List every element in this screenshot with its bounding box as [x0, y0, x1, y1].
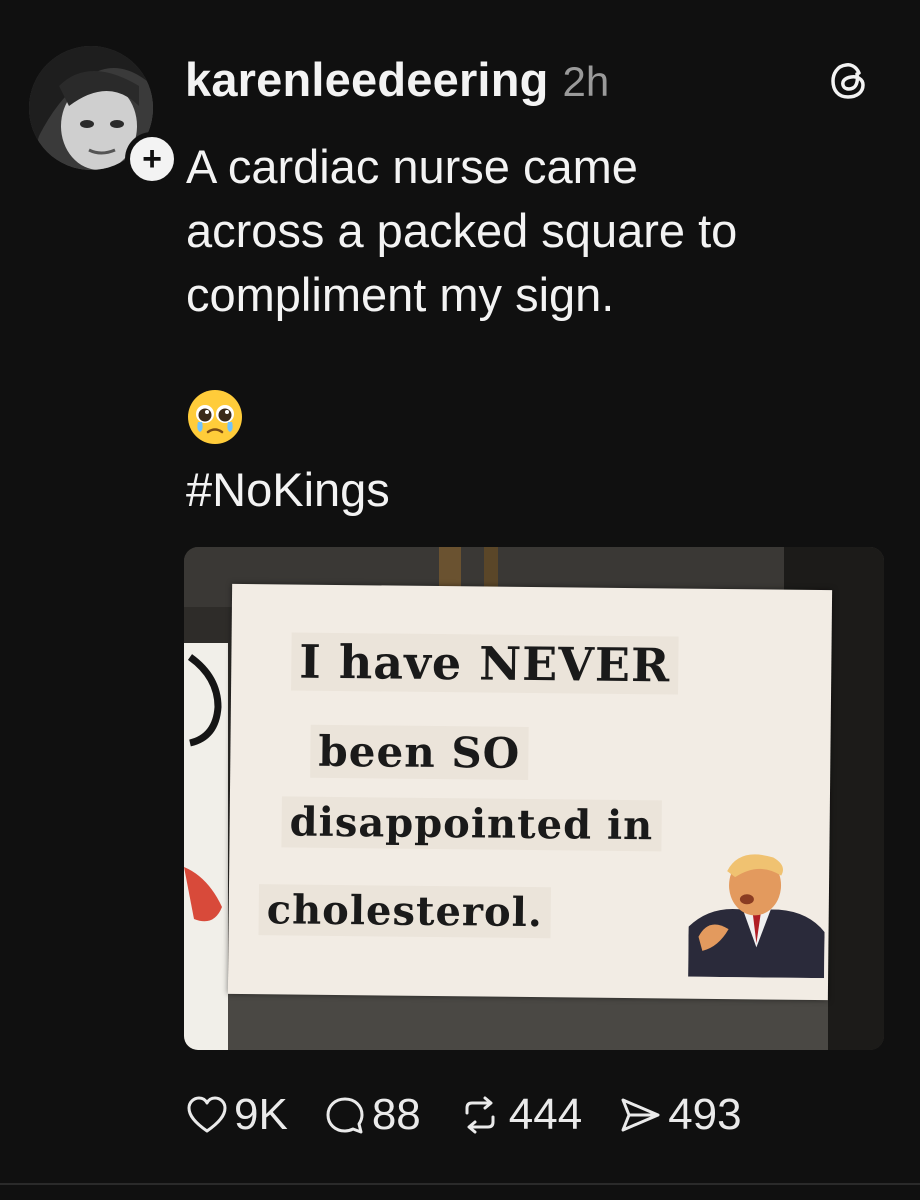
- hashtag-link[interactable]: #NoKings: [186, 460, 390, 520]
- like-count: 9K: [234, 1090, 288, 1139]
- repost-button[interactable]: 444: [457, 1090, 582, 1140]
- follow-button[interactable]: +: [125, 132, 179, 186]
- post-image[interactable]: I have NEVER been SO disappointed in cho…: [184, 547, 884, 1050]
- send-icon: [621, 1098, 660, 1132]
- plus-icon: +: [142, 140, 162, 178]
- reply-count: 88: [371, 1090, 421, 1139]
- like-button[interactable]: 9K: [186, 1090, 288, 1140]
- heart-icon: [187, 1096, 227, 1133]
- share-count: 493: [668, 1090, 742, 1139]
- comment-bubble-icon: [326, 1097, 364, 1134]
- cartoon-figure-icon: [688, 854, 825, 979]
- action-bar: 9K 88 444 493: [186, 1090, 778, 1140]
- avatar-area[interactable]: +: [29, 46, 179, 186]
- username[interactable]: karenleedeering: [185, 52, 549, 107]
- sign-line-3: disappointed in: [281, 796, 662, 852]
- repost-icon: [465, 1096, 495, 1134]
- threads-logo-icon[interactable]: [826, 58, 872, 104]
- share-button[interactable]: 493: [618, 1090, 742, 1140]
- post-text: A cardiac nurse came across a packed squ…: [186, 140, 738, 321]
- post-header: karenleedeering 2h: [185, 52, 609, 107]
- post-time: 2h: [562, 58, 610, 105]
- repost-count: 444: [508, 1090, 583, 1139]
- sign-line-4: cholesterol.: [258, 884, 552, 939]
- protest-sign: I have NEVER been SO disappointed in cho…: [227, 583, 833, 1001]
- sign-line-1: I have NEVER: [291, 632, 679, 695]
- pleading-face-icon: [188, 390, 242, 444]
- reply-button[interactable]: 88: [324, 1090, 421, 1140]
- sign-line-2: been SO: [310, 724, 529, 780]
- divider: [0, 1183, 920, 1185]
